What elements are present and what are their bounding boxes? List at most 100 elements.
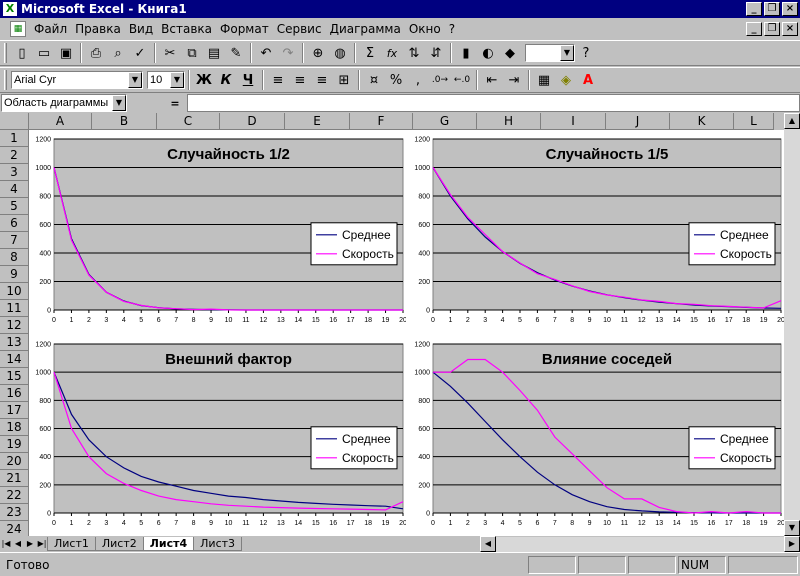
underline-button[interactable]: Ч: [237, 69, 259, 91]
column-header-h[interactable]: H: [477, 113, 541, 130]
row-header-1[interactable]: 1: [0, 130, 29, 147]
open-folder-icon[interactable]: ▭: [33, 42, 55, 64]
next-sheet-icon[interactable]: ▶: [24, 537, 36, 551]
column-header-l[interactable]: L: [734, 113, 774, 130]
scroll-up-icon[interactable]: ▲: [784, 113, 800, 129]
row-header-21[interactable]: 21: [0, 470, 29, 487]
new-file-icon[interactable]: ▯: [11, 42, 33, 64]
map-icon[interactable]: ◐: [477, 42, 499, 64]
drawing-icon[interactable]: ◆: [499, 42, 521, 64]
menu-insert[interactable]: Вставка: [157, 22, 216, 36]
row-header-4[interactable]: 4: [0, 181, 29, 198]
doc-restore-button[interactable]: ❐: [764, 22, 780, 36]
row-header-7[interactable]: 7: [0, 232, 29, 249]
row-header-17[interactable]: 17: [0, 402, 29, 419]
increase-indent-icon[interactable]: ⇥: [503, 69, 525, 91]
row-header-10[interactable]: 10: [0, 283, 29, 300]
minimize-button[interactable]: _: [746, 2, 762, 16]
column-header-d[interactable]: D: [220, 113, 285, 130]
row-header-8[interactable]: 8: [0, 249, 29, 266]
comma-button[interactable]: ,: [407, 69, 429, 91]
menu-file[interactable]: Файл: [30, 22, 71, 36]
toolbar-grip[interactable]: [4, 70, 7, 90]
format-painter-icon[interactable]: ✎: [225, 42, 247, 64]
chart-wizard-icon[interactable]: ▮: [455, 42, 477, 64]
select-all-button[interactable]: [0, 113, 29, 130]
align-center-icon[interactable]: ≡: [289, 69, 311, 91]
font-color-icon[interactable]: A: [577, 69, 599, 91]
row-header-19[interactable]: 19: [0, 436, 29, 453]
scroll-left-icon[interactable]: ◀: [480, 536, 496, 552]
sheet-tab-active[interactable]: Лист4: [142, 537, 195, 551]
menu-chart[interactable]: Диаграмма: [326, 22, 405, 36]
toolbar-grip[interactable]: [4, 43, 7, 63]
formula-equals-icon[interactable]: =: [163, 97, 187, 110]
column-header-c[interactable]: C: [157, 113, 220, 130]
bold-button[interactable]: Ж: [193, 69, 215, 91]
decrease-decimal-icon[interactable]: ←.0: [451, 69, 473, 91]
autosum-icon[interactable]: Σ: [359, 42, 381, 64]
restore-button[interactable]: ❐: [764, 2, 780, 16]
row-header-2[interactable]: 2: [0, 147, 29, 164]
column-header-a[interactable]: A: [29, 113, 92, 130]
close-button[interactable]: ×: [782, 2, 798, 16]
row-header-22[interactable]: 22: [0, 487, 29, 504]
percent-button[interactable]: %: [385, 69, 407, 91]
fill-color-icon[interactable]: ◈: [555, 69, 577, 91]
column-header-b[interactable]: B: [92, 113, 157, 130]
row-header-23[interactable]: 23: [0, 504, 29, 521]
chart-external-factor[interactable]: 0 200 400 600 800 1000 1200 0 1 2 3 4 5 6 7 8 9 10 11 12 13 1…: [30, 336, 406, 536]
increase-decimal-icon[interactable]: .0→: [429, 69, 451, 91]
merge-center-icon[interactable]: ⊞: [333, 69, 355, 91]
chevron-down-icon[interactable]: ▼: [112, 95, 126, 111]
chevron-down-icon[interactable]: ▼: [170, 72, 184, 88]
font-name-combo[interactable]: Arial Cyr ▼: [11, 71, 143, 89]
chart-randomness-half[interactable]: 0 200 400 600 800 1000 1200 0 1 2 3 4 5 6 7 8 9 10 11 12 13 1…: [30, 131, 406, 333]
column-header-i[interactable]: I: [541, 113, 606, 130]
cut-icon[interactable]: ✂: [159, 42, 181, 64]
paste-icon[interactable]: ▤: [203, 42, 225, 64]
document-icon[interactable]: ▦: [10, 21, 26, 37]
row-header-3[interactable]: 3: [0, 164, 29, 181]
doc-close-button[interactable]: ×: [782, 22, 798, 36]
row-header-12[interactable]: 12: [0, 317, 29, 334]
prev-sheet-icon[interactable]: ◀: [12, 537, 24, 551]
sort-ascending-icon[interactable]: ⇅: [403, 42, 425, 64]
zoom-combo[interactable]: ▼: [525, 44, 575, 62]
font-size-combo[interactable]: 10 ▼: [147, 71, 185, 89]
row-header-15[interactable]: 15: [0, 368, 29, 385]
decrease-indent-icon[interactable]: ⇤: [481, 69, 503, 91]
sheet-tab[interactable]: Лист3: [193, 537, 243, 551]
row-header-9[interactable]: 9: [0, 266, 29, 283]
scroll-right-icon[interactable]: ▶: [784, 536, 800, 552]
undo-icon[interactable]: ↶: [255, 42, 277, 64]
sheet-tab[interactable]: Лист1: [47, 537, 96, 551]
function-icon[interactable]: fx: [381, 42, 403, 64]
menu-edit[interactable]: Правка: [71, 22, 125, 36]
row-header-20[interactable]: 20: [0, 453, 29, 470]
row-header-13[interactable]: 13: [0, 334, 29, 351]
menu-help[interactable]: ?: [445, 22, 459, 36]
row-header-5[interactable]: 5: [0, 198, 29, 215]
column-header-g[interactable]: G: [413, 113, 477, 130]
row-header-16[interactable]: 16: [0, 385, 29, 402]
chart-randomness-fifth[interactable]: 0 200 400 600 800 1000 1200 0 1 2 3 4 5 6 7 8 9 10 11 12 13 1…: [409, 131, 784, 333]
menu-window[interactable]: Окно: [405, 22, 445, 36]
name-box[interactable]: Область диаграммы ▼: [1, 94, 127, 112]
redo-icon[interactable]: ↷: [277, 42, 299, 64]
print-preview-icon[interactable]: ⌕: [107, 42, 129, 64]
doc-minimize-button[interactable]: _: [746, 22, 762, 36]
column-header-f[interactable]: F: [350, 113, 413, 130]
hyperlink-icon[interactable]: ⊕: [307, 42, 329, 64]
menu-tools[interactable]: Сервис: [273, 22, 326, 36]
print-icon[interactable]: ⎙: [85, 42, 107, 64]
horizontal-scrollbar[interactable]: ◀ ▶: [480, 536, 800, 552]
currency-icon[interactable]: ¤: [363, 69, 385, 91]
align-left-icon[interactable]: ≡: [267, 69, 289, 91]
copy-icon[interactable]: ⧉: [181, 42, 203, 64]
italic-button[interactable]: К: [215, 69, 237, 91]
office-assistant-icon[interactable]: ?: [575, 42, 597, 64]
chevron-down-icon[interactable]: ▼: [560, 45, 574, 61]
row-header-11[interactable]: 11: [0, 300, 29, 317]
save-icon[interactable]: ▣: [55, 42, 77, 64]
